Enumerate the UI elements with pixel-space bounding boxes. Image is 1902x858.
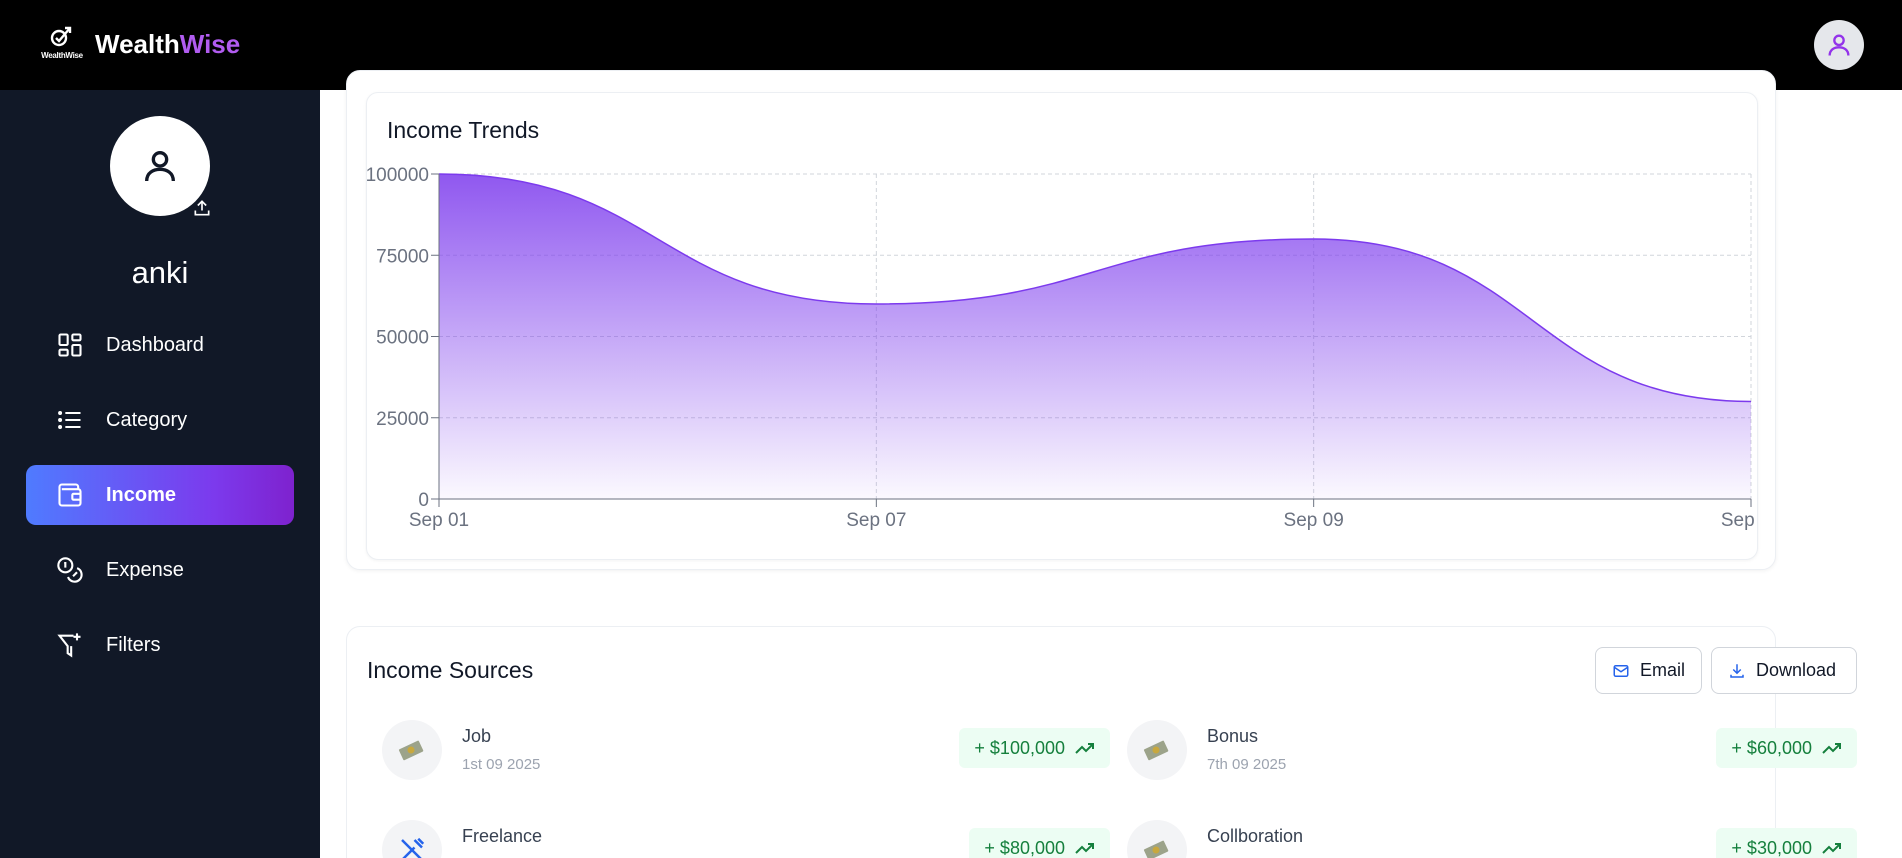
source-date: 1st 09 2025	[462, 756, 541, 773]
trending-up-icon	[1075, 843, 1094, 854]
y-tick-label: 0	[418, 490, 429, 511]
list-item[interactable]: Freelance + $80,000	[382, 820, 1110, 858]
email-button[interactable]: Email	[1595, 647, 1702, 694]
trending-up-icon	[1822, 843, 1841, 854]
tools-icon	[382, 820, 442, 858]
logo-text: WealthWise	[41, 51, 83, 60]
trending-up-icon	[1822, 743, 1841, 754]
upload-icon[interactable]	[192, 198, 212, 218]
source-name: Job	[462, 726, 492, 746]
sidebar-item-label: Income	[106, 483, 177, 506]
sidebar-item-label: Category	[106, 408, 188, 431]
income-trends-chart: 0 25000 50000 75000 100000 Sep 01 Sep 07 Sep 09…	[367, 165, 1759, 531]
source-name: Collboration	[1207, 826, 1304, 846]
y-tick-label: 25000	[376, 409, 429, 430]
y-tick-label: 75000	[376, 246, 429, 267]
sidebar-item-expense[interactable]: Expense	[26, 540, 294, 600]
list-item[interactable]: Collboration + $30,000	[1127, 820, 1857, 858]
sidebar-item-category[interactable]: Category	[26, 390, 294, 450]
brand-accent: Wise	[179, 29, 241, 59]
source-name: Bonus	[1207, 726, 1259, 746]
wallet-icon	[58, 483, 82, 507]
sidebar-item-filters[interactable]: Filters	[26, 615, 294, 675]
mail-icon	[1613, 664, 1629, 677]
sidebar-nav: Dashboard Category Income Expense Filter…	[26, 315, 294, 690]
amount-value: + $60,000	[1731, 737, 1812, 758]
amount-badge: + $30,000	[1716, 828, 1857, 858]
money-icon	[382, 720, 442, 780]
y-tick-label: 100000	[367, 165, 429, 186]
user-icon	[1828, 34, 1850, 56]
amount-value: + $30,000	[1731, 837, 1812, 858]
income-sources-card: Income Sources Email Download Job 1st 09…	[346, 626, 1857, 858]
x-tick-label: Sep 07	[846, 510, 906, 531]
y-tick-label: 50000	[376, 328, 429, 349]
app-logo[interactable]: WealthWise	[38, 24, 83, 64]
amount-badge: + $60,000	[1716, 728, 1857, 768]
source-date: 7th 09 2025	[1207, 756, 1287, 773]
list-item[interactable]: Job 1st 09 2025 + $100,000	[382, 720, 1110, 780]
list-icon	[58, 411, 81, 429]
income-trends-card: Income Trends 0 25000 50000 75000 100000 Sep …	[366, 92, 1759, 560]
download-button[interactable]: Download	[1711, 647, 1857, 694]
x-tick-label: Sep 09	[1284, 510, 1344, 531]
sidebar-item-income[interactable]: Income	[26, 465, 294, 525]
amount-value: + $100,000	[974, 737, 1065, 758]
sidebar-item-label: Expense	[106, 558, 184, 581]
amount-badge: + $80,000	[969, 828, 1110, 858]
user-icon	[145, 151, 175, 182]
amount-badge: + $100,000	[959, 728, 1110, 768]
sidebar-item-label: Dashboard	[106, 333, 204, 356]
username: anki	[131, 255, 189, 290]
download-icon	[1730, 663, 1744, 678]
coins-icon	[57, 557, 83, 583]
main-content: Income Trends 0 25000 50000 75000 100000 Sep …	[320, 70, 1902, 858]
amount-value: + $80,000	[984, 837, 1065, 858]
sidebar: anki Dashboard Category Income Expense F…	[0, 90, 320, 858]
x-tick-label: Sep 01	[409, 510, 469, 531]
logo-icon	[50, 26, 72, 47]
money-icon	[1127, 720, 1187, 780]
source-name: Freelance	[462, 826, 543, 846]
money-icon	[1127, 820, 1187, 858]
sidebar-item-dashboard[interactable]: Dashboard	[26, 315, 294, 375]
dashboard-icon	[58, 333, 82, 357]
sidebar-item-label: Filters	[106, 633, 161, 656]
sources-title: Income Sources	[367, 657, 534, 683]
list-item[interactable]: Bonus 7th 09 2025 + $60,000	[1127, 720, 1857, 780]
user-avatar-button[interactable]	[1814, 20, 1864, 70]
trending-up-icon	[1075, 743, 1094, 754]
download-button-label: Download	[1756, 660, 1837, 680]
email-button-label: Email	[1639, 660, 1685, 680]
brand-name: WealthWise	[95, 29, 240, 60]
brand-main: Wealth	[95, 29, 180, 59]
filter-plus-icon	[57, 633, 81, 658]
x-tick-label: Sep 12	[1721, 510, 1759, 531]
